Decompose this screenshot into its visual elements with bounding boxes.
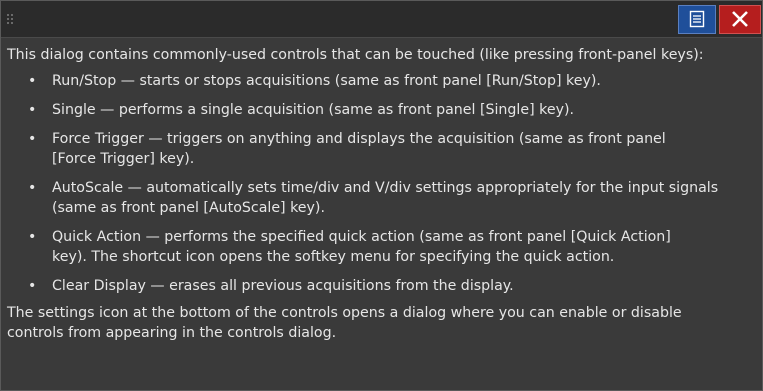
close-button[interactable]	[719, 5, 761, 34]
bullet: •	[28, 180, 37, 196]
bullet: •	[28, 73, 37, 89]
item-text: Force Trigger — triggers on anything and…	[52, 131, 666, 147]
outro-line-1: The settings icon at the bottom of the c…	[7, 305, 682, 321]
dialog-titlebar[interactable]	[1, 1, 762, 38]
item-text-continued: key). The shortcut icon opens the softke…	[52, 249, 615, 265]
item-text: Run/Stop — starts or stops acquisitions …	[52, 73, 601, 89]
controls-list: • Run/Stop — starts or stops acquisition…	[7, 71, 762, 296]
controls-help-dialog: This dialog contains commonly-used contr…	[0, 0, 763, 391]
item-text: Quick Action — performs the specified qu…	[52, 229, 671, 245]
outro-text: The settings icon at the bottom of the c…	[7, 303, 762, 343]
list-item-force-trigger: • Force Trigger — triggers on anything a…	[7, 129, 762, 169]
intro-text: This dialog contains commonly-used contr…	[7, 47, 704, 63]
bullet: •	[28, 229, 37, 245]
item-text-continued: (same as front panel [AutoScale] key).	[52, 200, 325, 216]
drag-grip-icon[interactable]	[7, 14, 15, 24]
item-text: AutoScale — automatically sets time/div …	[52, 180, 719, 196]
item-text: Single — performs a single acquisition (…	[52, 102, 575, 118]
bullet: •	[28, 102, 37, 118]
list-item-quick-action: • Quick Action — performs the specified …	[7, 227, 762, 267]
list-item-run-stop: • Run/Stop — starts or stops acquisition…	[7, 71, 762, 91]
item-text: Clear Display — erases all previous acqu…	[52, 278, 514, 294]
list-item-single: • Single — performs a single acquisition…	[7, 100, 762, 120]
bullet: •	[28, 278, 37, 294]
item-text-continued: [Force Trigger] key).	[52, 151, 195, 167]
close-x-icon	[732, 11, 748, 27]
list-item-clear-display: • Clear Display — erases all previous ac…	[7, 276, 762, 296]
outro-line-2: controls from appearing in the controls …	[7, 325, 337, 341]
bullet: •	[28, 131, 37, 147]
help-document-button[interactable]	[678, 5, 716, 34]
dialog-content: This dialog contains commonly-used contr…	[7, 45, 762, 343]
list-item-autoscale: • AutoScale — automatically sets time/di…	[7, 178, 762, 218]
document-icon	[689, 10, 705, 28]
